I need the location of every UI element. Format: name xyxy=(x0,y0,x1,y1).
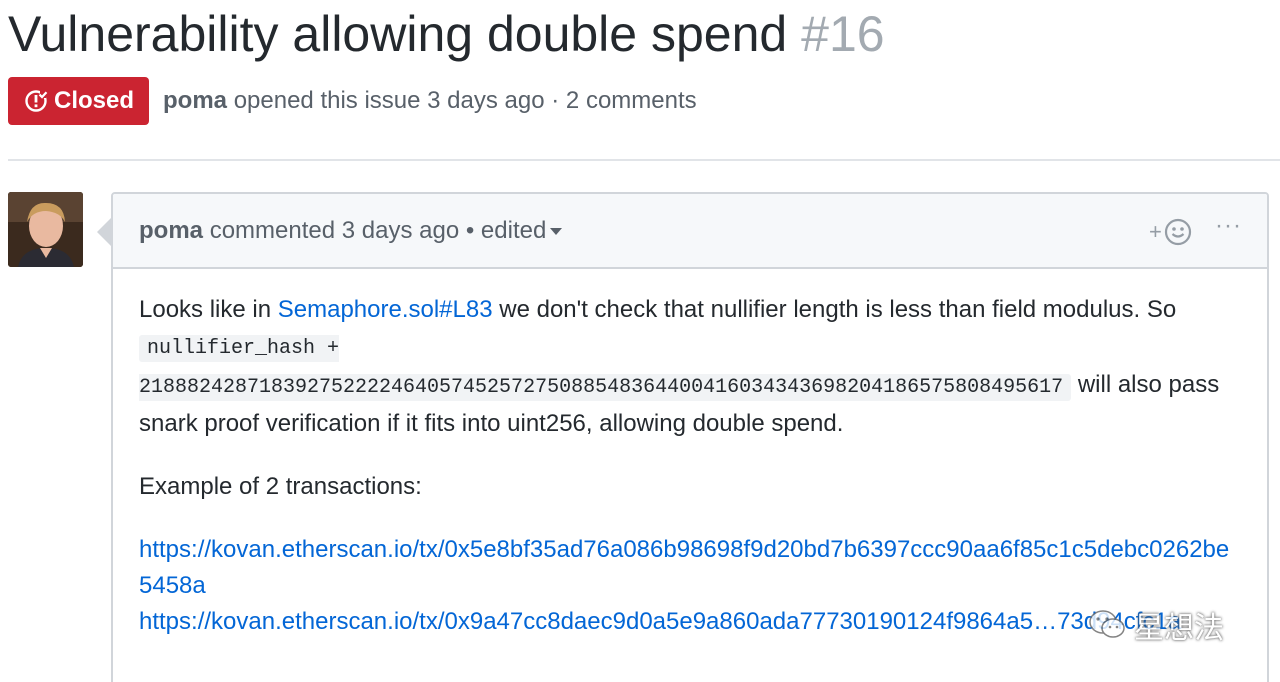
semaphore-link[interactable]: Semaphore.sol#L83 xyxy=(278,296,493,323)
reaction-plus: + xyxy=(1149,219,1162,244)
issue-author-link[interactable]: poma xyxy=(163,87,227,114)
avatar[interactable] xyxy=(8,192,83,267)
issue-title: Vulnerability allowing double spend #16 xyxy=(8,2,885,66)
comment-header: poma commented 3 days ago • edited + ··· xyxy=(113,194,1267,269)
more-options-button[interactable]: ··· xyxy=(1215,214,1247,246)
add-reaction-button[interactable]: + xyxy=(1149,216,1199,248)
chevron-down-icon xyxy=(550,228,563,236)
avatar-image xyxy=(8,192,83,267)
state-label: Closed xyxy=(54,87,135,114)
issue-meta: poma opened this issue 3 days ago · 2 co… xyxy=(163,84,697,118)
transaction-link-2[interactable]: https://kovan.etherscan.io/tx/0x9a47cc8d… xyxy=(139,604,1239,640)
issue-number: #16 xyxy=(801,6,885,62)
issue-title-text: Vulnerability allowing double spend xyxy=(8,6,788,62)
transaction-links: https://kovan.etherscan.io/tx/0x5e8bf35a… xyxy=(139,532,1239,640)
edited-dropdown[interactable]: edited xyxy=(480,217,563,244)
comment-paragraph-2: Example of 2 transactions: xyxy=(139,473,422,500)
comment-author-link[interactable]: poma xyxy=(139,217,203,244)
watermark: 星想法 xyxy=(1088,602,1248,648)
state-badge-closed: Closed xyxy=(8,77,149,125)
edited-label: edited xyxy=(480,217,547,244)
meta-separator: · xyxy=(551,87,560,114)
issue-page: Vulnerability allowing double spend #16 … xyxy=(0,0,1280,682)
issue-closed-icon xyxy=(25,90,48,112)
paragraph-text: Looks like in xyxy=(139,296,278,323)
opened-text: opened this issue 3 days ago xyxy=(233,87,545,114)
transaction-link-1[interactable]: https://kovan.etherscan.io/tx/0x5e8bf35a… xyxy=(139,532,1239,604)
wechat-icon xyxy=(1089,610,1125,638)
comments-count: 2 comments xyxy=(565,87,697,114)
kebab-icon: ··· xyxy=(1215,212,1242,239)
comment-paragraph-1: Looks like in Semaphore.sol#L83 we don't… xyxy=(139,292,1239,442)
header-divider xyxy=(8,159,1280,161)
comment-body: Looks like in Semaphore.sol#L83 we don't… xyxy=(139,292,1239,640)
inline-code: nullifier_hash + 21888242871839275222246… xyxy=(139,335,1072,401)
comment-header-text: poma commented 3 days ago • edited xyxy=(139,214,563,248)
paragraph-text: we don't check that nullifier length is … xyxy=(492,296,1177,323)
watermark-text: 星想法 xyxy=(1134,611,1224,646)
commented-text: commented 3 days ago xyxy=(209,217,460,244)
edited-bullet: • xyxy=(465,217,475,244)
smiley-icon xyxy=(1164,218,1191,246)
